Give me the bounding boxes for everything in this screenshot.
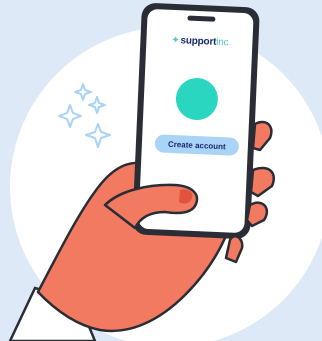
logo-text-primary: support [180,35,217,48]
logo-text-secondary: inc [216,36,229,49]
illustration-stage: ✦supportinc Create account [0,0,322,341]
phone-screen-ui: ✦supportinc Create account [138,10,254,228]
brand-logo: ✦supportinc [146,34,253,50]
logo-mark-icon: ✦ [171,34,180,47]
create-account-button[interactable]: Create account [154,134,240,156]
